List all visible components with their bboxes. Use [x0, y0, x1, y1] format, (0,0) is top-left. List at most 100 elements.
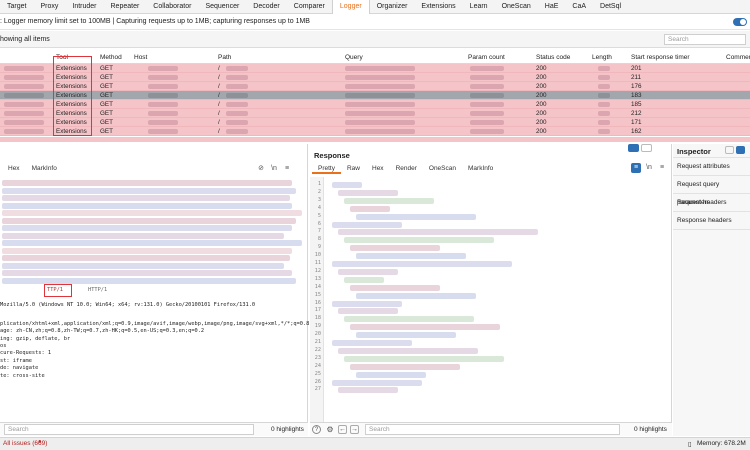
pretty-icon[interactable]: ≡ [631, 163, 641, 173]
table-row[interactable]: Extensions GET/200 185 [0, 100, 750, 109]
tab-logger[interactable]: Logger [331, 0, 370, 14]
request-header-line: Mozilla/5.0 (Windows NT 10.0; Win64; x64… [0, 302, 256, 308]
column-header[interactable]: Start response timer [631, 54, 690, 61]
table-row[interactable]: Extensions GET/200 212 [0, 109, 750, 118]
redacted-response-line [350, 324, 500, 331]
settings-gear-icon[interactable]: ⚙ [325, 425, 335, 435]
newline-icon[interactable]: \n [644, 163, 654, 173]
line-number: 16 [314, 299, 321, 306]
menu-icon[interactable]: ≡ [657, 163, 667, 173]
logger-message: : Logger memory limit set to 100MB | Cap… [0, 18, 310, 25]
column-header[interactable]: Path [218, 54, 231, 61]
tab-sequencer[interactable]: Sequencer [198, 0, 246, 14]
status-cell: 200 [536, 101, 547, 108]
hide-icon[interactable]: ⊘ [256, 164, 266, 174]
inspector-item[interactable]: Request attributes [673, 158, 750, 176]
tab-comparer[interactable]: Comparer [287, 0, 332, 14]
forward-arrow-icon[interactable]: → [350, 425, 359, 434]
request-header-line: st: iframe [0, 357, 32, 364]
panel-view-icon[interactable] [736, 146, 745, 154]
table-row[interactable]: Extensions GET/200 176 [0, 82, 750, 91]
response-tab-markinfo[interactable]: MarkInfo [462, 164, 499, 174]
column-header[interactable]: Param count [468, 54, 505, 61]
list-view-icon[interactable] [725, 146, 734, 154]
response-tab-render[interactable]: Render [390, 164, 423, 174]
tab-proxy[interactable]: Proxy [33, 0, 65, 14]
redacted-response-line [344, 276, 384, 283]
line-number: 24 [314, 362, 321, 369]
redacted-line [2, 202, 292, 209]
split-horizontal-icon[interactable] [628, 144, 639, 152]
column-header[interactable]: Query [345, 54, 363, 61]
tab-repeater[interactable]: Repeater [104, 0, 147, 14]
logger-toggle[interactable] [733, 18, 747, 26]
request-tab-markinfo[interactable]: MarkInfo [26, 164, 63, 174]
tab-caa[interactable]: CaA [565, 0, 593, 14]
tab-onescan[interactable]: OneScan [495, 0, 538, 14]
request-search-input[interactable]: Search [4, 424, 254, 435]
filter-bar[interactable]: howing all items Search [0, 31, 750, 48]
response-tab-hex[interactable]: Hex [366, 164, 390, 174]
column-header[interactable]: Length [592, 54, 612, 61]
redacted-cell [148, 102, 178, 107]
redacted-response-line [332, 340, 412, 346]
response-search-input[interactable]: Search [365, 424, 620, 435]
redacted-cell [148, 129, 178, 134]
inspector-item[interactable]: Request headers [673, 194, 750, 212]
line-number: 26 [314, 378, 321, 385]
column-header[interactable]: Host [134, 54, 147, 61]
tab-extensions[interactable]: Extensions [414, 0, 462, 14]
redacted-response-line [332, 182, 362, 188]
tab-decoder[interactable]: Decoder [246, 0, 286, 14]
timer-cell: 212 [631, 110, 642, 117]
filter-label[interactable]: howing all items [0, 36, 50, 43]
redacted-cell [148, 93, 178, 98]
table-row[interactable]: Extensions GET/200 171 [0, 118, 750, 127]
request-toolbar: ⊘ \n ≡ [256, 164, 292, 174]
tab-collaborator[interactable]: Collaborator [146, 0, 198, 14]
redacted-cell [4, 102, 44, 107]
newline-icon[interactable]: \n [269, 164, 279, 174]
tab-detsql[interactable]: DetSql [593, 0, 628, 14]
column-header[interactable]: Status code [536, 54, 570, 61]
tab-organizer[interactable]: Organizer [370, 0, 415, 14]
column-header[interactable]: Method [100, 54, 122, 61]
table-row[interactable]: Extensions GET/200 211 [0, 73, 750, 82]
menu-icon[interactable]: ≡ [282, 164, 292, 174]
split-vertical-icon[interactable] [641, 144, 652, 152]
response-tab-onescan[interactable]: OneScan [423, 164, 462, 174]
redacted-cell [148, 120, 178, 125]
line-number: 5 [317, 212, 321, 219]
back-arrow-icon[interactable]: ← [338, 425, 347, 434]
table-row[interactable]: Extensions GET/200 162 [0, 127, 750, 136]
redacted-response-line [332, 221, 402, 228]
request-header-line: plication/xhtml+xml,application/xml;q=0.… [0, 320, 310, 327]
help-icon[interactable]: ? [312, 425, 321, 434]
table-row[interactable]: Extensions GET/200 201 [0, 64, 750, 73]
tab-hae[interactable]: HaE [538, 0, 566, 14]
response-tab-pretty[interactable]: Pretty [312, 164, 341, 174]
logger-search-input[interactable]: Search [664, 34, 746, 45]
status-cell: 200 [536, 74, 547, 81]
column-header[interactable]: Commen [726, 54, 750, 61]
issues-dot-icon: ● [38, 439, 42, 445]
request-header-line: te: cross-site [0, 372, 45, 379]
line-number: 17 [314, 307, 321, 314]
redacted-line [2, 217, 296, 224]
request-tab-hex[interactable]: Hex [2, 164, 26, 174]
redacted-response-line [338, 229, 538, 236]
redacted-cell [148, 66, 178, 71]
method-cell: GET [100, 119, 113, 126]
path-cell: / [218, 119, 220, 126]
tab-learn[interactable]: Learn [463, 0, 495, 14]
method-cell: GET [100, 101, 113, 108]
tab-target[interactable]: Target [0, 0, 33, 14]
inspector-item[interactable]: Response headers [673, 212, 750, 230]
method-cell: GET [100, 83, 113, 90]
redacted-cell [4, 111, 44, 116]
response-tab-raw[interactable]: Raw [341, 164, 366, 174]
inspector-item[interactable]: Request query parameters [673, 176, 750, 206]
tab-intruder[interactable]: Intruder [65, 0, 103, 14]
table-row[interactable]: Extensions GET/200 183 [0, 91, 750, 100]
line-number: 19 [314, 323, 321, 330]
